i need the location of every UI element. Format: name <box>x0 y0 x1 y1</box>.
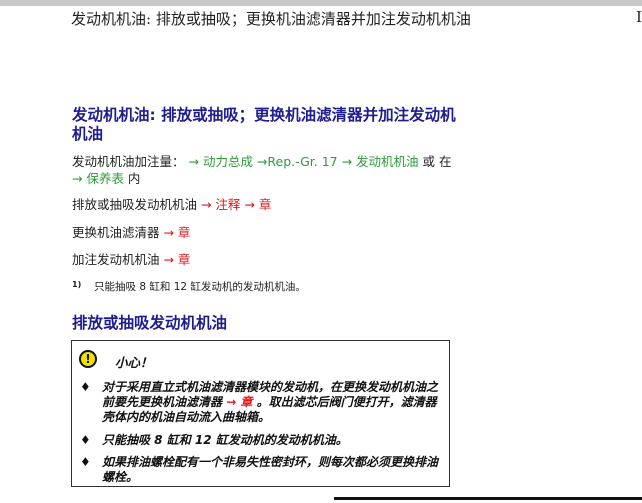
running-header: 发动机机油: 排放或抽吸；更换机油滤清器并加注发动机机油 <box>71 10 471 28</box>
drain-line: 排放或抽吸发动机机油 → 注释 → 章 <box>72 196 462 213</box>
caution-box: ! 小心！ ♦ 对于采用直立式机油滤清器模块的发动机，在更换发动机机油之前要先更… <box>71 340 450 487</box>
fill-quantity-prefix: 发动机机油加注量： <box>72 154 185 169</box>
caution-title: 小心！ <box>115 355 153 370</box>
fill-line-text: 加注发动机机油 <box>72 252 164 267</box>
drain-line-link[interactable]: → 注释 → 章 <box>201 197 271 212</box>
caution-bullet-text: 只能抽吸 8 缸和 12 缸发动机的发动机机油。 <box>102 433 348 447</box>
bullet-chapter-link[interactable]: → 章 <box>226 395 252 409</box>
section-title: 发动机机油: 排放或抽吸；更换机油滤清器并加注发动机机油 <box>72 106 456 143</box>
fill-quantity-mid: 或 在 <box>418 154 452 169</box>
powertrain-link[interactable]: → 动力总成 →Rep.-Gr. 17 → 发动机机油 <box>189 154 419 169</box>
bullet-diamond-icon: ♦ <box>80 455 91 469</box>
top-band <box>0 0 642 6</box>
caution-bullet: ♦ 如果排油螺栓配有一个非易失性密封环，则每次都必须更换排油螺栓。 <box>78 455 438 485</box>
fill-quantity-suffix: 内 <box>123 171 141 186</box>
caution-bullet-text: 对于采用直立式机油滤清器模块的发动机，在更换发动机机油之前要先更换机油滤清器 →… <box>102 380 438 425</box>
drain-line-text: 排放或抽吸发动机机油 <box>72 197 201 212</box>
subsection-title: 排放或抽吸发动机机油 <box>72 314 228 332</box>
warning-icon: ! <box>79 350 97 368</box>
caution-bullet: ♦ 只能抽吸 8 缸和 12 缸发动机的发动机机油。 <box>78 433 438 448</box>
maintenance-table-link[interactable]: → 保养表 <box>72 171 124 186</box>
bullet-diamond-icon: ♦ <box>80 380 91 394</box>
caution-bullet: ♦ 对于采用直立式机油滤清器模块的发动机，在更换发动机机油之前要先更换机油滤清器… <box>78 380 438 425</box>
filter-line: 更换机油滤清器 → 章 <box>72 224 462 241</box>
fill-line-link[interactable]: → 章 <box>163 252 190 267</box>
fill-line: 加注发动机机油 → 章 <box>72 251 462 268</box>
filter-line-text: 更换机油滤清器 <box>72 225 164 240</box>
header-edge-char: I <box>636 8 642 26</box>
filter-line-link[interactable]: → 章 <box>163 225 190 240</box>
footnote-text: 只能抽吸 8 缸和 12 缸发动机的发动机机油。 <box>94 281 306 293</box>
bullet-diamond-icon: ♦ <box>80 433 91 447</box>
caution-bullet-text: 如果排油螺栓配有一个非易失性密封环，则每次都必须更换排油螺栓。 <box>102 455 439 484</box>
bottom-rule <box>334 497 642 500</box>
fill-quantity-paragraph: 发动机机油加注量： → 动力总成 →Rep.-Gr. 17 → 发动机机油 或 … <box>72 153 462 187</box>
footnote-mark: 1) <box>72 280 82 289</box>
